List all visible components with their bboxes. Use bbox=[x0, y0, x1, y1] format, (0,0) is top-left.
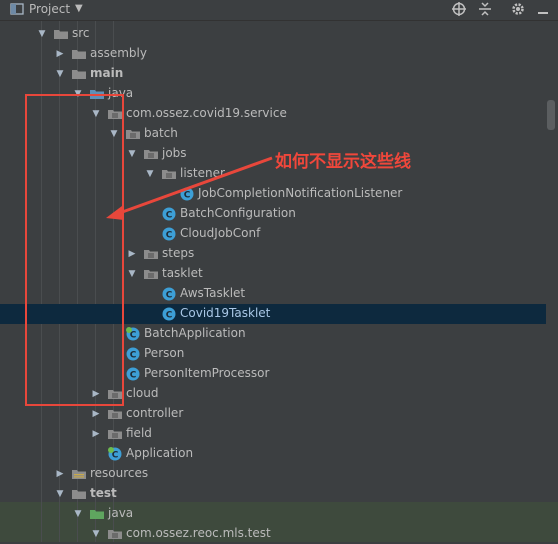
annotation-box bbox=[25, 94, 124, 406]
expand-arrow-icon[interactable]: ▼ bbox=[36, 27, 48, 41]
minimize-icon[interactable] bbox=[535, 1, 551, 17]
tree-item-label: batch bbox=[144, 126, 178, 140]
svg-text:C: C bbox=[130, 351, 137, 361]
test-folder-icon bbox=[90, 510, 104, 519]
tree-item-label: tasklet bbox=[162, 266, 203, 280]
project-toolbar: Project ▼ bbox=[0, 0, 558, 21]
tree-item-label: resources bbox=[90, 466, 149, 480]
tree-item-label: PersonItemProcessor bbox=[144, 366, 270, 380]
expand-arrow-icon[interactable]: ▼ bbox=[54, 487, 66, 501]
folder-icon bbox=[72, 490, 86, 499]
svg-text:C: C bbox=[166, 291, 173, 301]
package-icon bbox=[108, 410, 122, 419]
package-icon bbox=[108, 530, 122, 539]
class-icon: C bbox=[162, 307, 176, 321]
class-icon: C bbox=[162, 287, 176, 301]
tree-item-class[interactable]: C Application bbox=[0, 444, 546, 464]
svg-text:C: C bbox=[130, 371, 137, 381]
tree-item-label: BatchApplication bbox=[144, 326, 246, 340]
tree-item-label: cloud bbox=[126, 386, 159, 400]
package-icon bbox=[108, 430, 122, 439]
tree-item-label: Covid19Tasklet bbox=[180, 306, 271, 320]
target-icon[interactable] bbox=[451, 1, 467, 17]
tree-item-folder[interactable]: ▼ test bbox=[0, 484, 546, 504]
collapse-arrow-icon[interactable]: ▶ bbox=[54, 47, 66, 61]
expand-arrow-icon[interactable]: ▼ bbox=[54, 67, 66, 81]
package-icon bbox=[144, 250, 158, 259]
collapse-arrow-icon[interactable]: ▶ bbox=[90, 407, 102, 421]
tree-item-label: Application bbox=[126, 446, 194, 460]
tree-item-label: AwsTasklet bbox=[180, 286, 246, 300]
tree-item-label: assembly bbox=[90, 46, 147, 60]
gear-icon[interactable] bbox=[510, 1, 526, 17]
expand-arrow-icon[interactable]: ▼ bbox=[126, 267, 138, 281]
collapse-arrow-icon[interactable]: ▶ bbox=[126, 247, 138, 261]
annotation-arrow bbox=[106, 156, 273, 220]
svg-text:C: C bbox=[166, 311, 173, 321]
collapse-arrow-icon[interactable]: ▶ bbox=[54, 467, 66, 481]
project-icon[interactable] bbox=[9, 1, 25, 17]
tree-item-folder[interactable]: ▶ assembly bbox=[0, 44, 546, 64]
tree-item-folder[interactable]: ▼ main bbox=[0, 64, 546, 84]
tree-item-folder[interactable]: ▼ src bbox=[0, 24, 546, 44]
spring-class-icon: C bbox=[126, 327, 140, 341]
tree-item-label: field bbox=[126, 426, 152, 440]
expand-arrow-icon[interactable]: ▼ bbox=[72, 507, 84, 521]
tree-item-label: com.ossez.reoc.mls.test bbox=[126, 526, 271, 540]
tree-item-label: main bbox=[90, 66, 124, 80]
tree-item-label: steps bbox=[162, 246, 195, 260]
class-icon: C bbox=[126, 347, 140, 361]
vertical-scrollbar[interactable] bbox=[547, 100, 555, 130]
tree-item-folder[interactable]: ▼ com.ossez.reoc.mls.test bbox=[0, 524, 546, 544]
folder-icon bbox=[72, 50, 86, 59]
folder-icon bbox=[72, 70, 86, 79]
package-icon bbox=[144, 270, 158, 279]
tree-item-label: com.ossez.covid19.service bbox=[126, 106, 287, 120]
collapse-icon[interactable] bbox=[477, 1, 493, 17]
tree-item-label: test bbox=[90, 486, 117, 500]
collapse-arrow-icon[interactable]: ▶ bbox=[90, 427, 102, 441]
annotation-text: 如何不显示这些线 bbox=[275, 152, 411, 172]
chevron-down-icon[interactable]: ▼ bbox=[75, 3, 83, 14]
expand-arrow-icon[interactable]: ▼ bbox=[90, 527, 102, 541]
tree-item-label: controller bbox=[126, 406, 184, 420]
class-icon: C bbox=[126, 367, 140, 381]
spring-class-icon: C bbox=[108, 447, 122, 461]
package-icon bbox=[126, 130, 140, 139]
tree-item-folder[interactable]: ▶ field bbox=[0, 424, 546, 444]
folder-icon bbox=[54, 30, 68, 39]
tree-item-label: java bbox=[108, 506, 134, 520]
tree-item-folder[interactable]: ▶ resources bbox=[0, 464, 546, 484]
tree-item-label: src bbox=[72, 26, 90, 40]
tree-item-folder[interactable]: ▶ controller bbox=[0, 404, 546, 424]
tree-item-label: Person bbox=[144, 346, 185, 360]
tree-item-folder[interactable]: ▼ java bbox=[0, 504, 546, 524]
resources-folder-icon bbox=[72, 470, 86, 479]
svg-text:C: C bbox=[166, 231, 173, 241]
toolbar-title[interactable]: Project bbox=[29, 2, 70, 16]
